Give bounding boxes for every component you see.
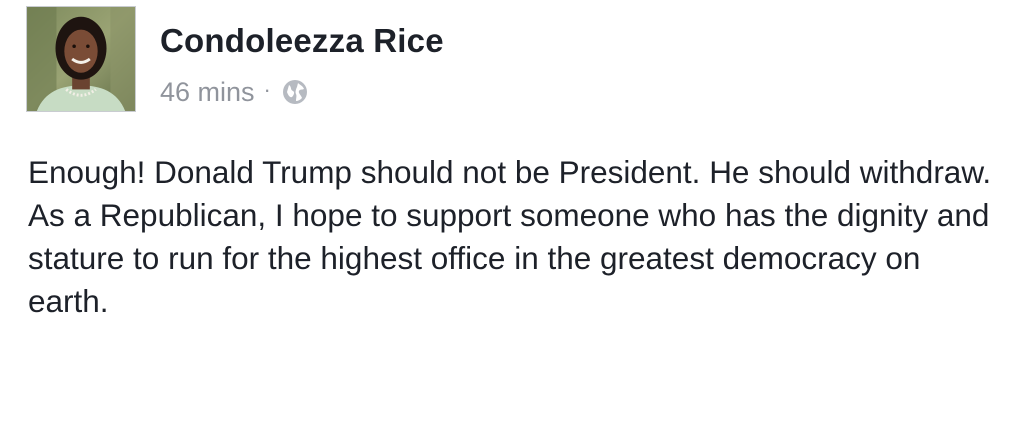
post-paragraph: Enough! Donald Trump should not be Presi…: [28, 154, 992, 190]
meta-separator: ·: [263, 77, 271, 102]
globe-icon[interactable]: [281, 78, 309, 106]
author-name-link[interactable]: Condoleezza Rice: [160, 22, 444, 60]
author-avatar[interactable]: [26, 6, 136, 112]
post-timestamp[interactable]: 46 mins: [160, 77, 255, 108]
post-paragraph: As a Republican, I hope to support someo…: [28, 197, 990, 319]
post-meta: 46 mins ·: [160, 74, 309, 110]
post-body: Enough! Donald Trump should not be Presi…: [28, 151, 998, 323]
facebook-post: Condoleezza Rice 46 mins · Enough! Donal…: [0, 0, 1024, 426]
profile-photo-icon: [27, 7, 135, 111]
